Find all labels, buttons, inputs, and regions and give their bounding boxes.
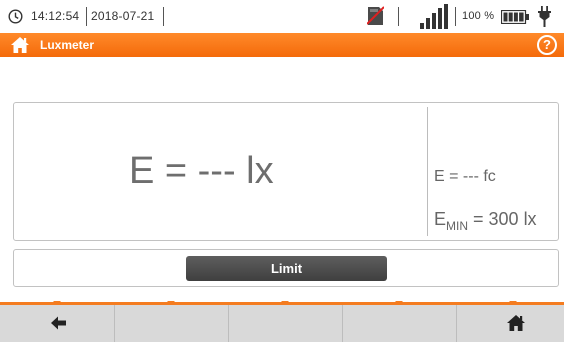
page-title: Luxmeter xyxy=(40,38,95,52)
function-button-2[interactable] xyxy=(115,305,229,342)
footcandle-reading: E = --- fc xyxy=(434,168,496,185)
clock-icon xyxy=(8,9,23,24)
status-separator xyxy=(86,7,87,26)
emin-symbol: E xyxy=(434,209,447,229)
measurement-panel: E = --- lx E = --- fc EMIN = 300 lx xyxy=(13,102,559,241)
battery-percentage: 100 % xyxy=(462,10,495,22)
limit-button[interactable]: Limit xyxy=(186,256,387,281)
battery-icon xyxy=(501,10,529,24)
emin-subscript: MIN xyxy=(446,219,469,233)
back-button[interactable] xyxy=(0,305,115,342)
status-bar: 14:12:54 2018-07-21 100 % xyxy=(0,0,564,33)
function-button-3[interactable] xyxy=(229,305,343,342)
clock-date: 2018-07-21 xyxy=(91,9,155,23)
limit-row: Limit xyxy=(13,249,559,287)
illuminance-reading: E = --- lx xyxy=(129,150,274,192)
home-button[interactable] xyxy=(457,305,564,342)
function-button-4[interactable] xyxy=(343,305,457,342)
home-icon xyxy=(507,315,525,331)
sd-card-icon xyxy=(367,6,384,25)
bottom-button-bar xyxy=(0,305,564,342)
emin-limit-value: EMIN = 300 lx xyxy=(434,207,537,233)
panel-divider xyxy=(427,107,428,236)
status-separator xyxy=(455,7,456,26)
clock-time: 14:12:54 xyxy=(31,9,80,23)
signal-strength-icon xyxy=(420,4,448,29)
status-separator xyxy=(163,7,164,26)
emin-value: = 300 lx xyxy=(468,209,537,229)
back-icon xyxy=(51,316,66,330)
home-icon[interactable] xyxy=(10,36,30,54)
title-bar: Luxmeter ? xyxy=(0,33,564,57)
status-separator xyxy=(398,7,399,26)
help-icon[interactable]: ? xyxy=(537,35,557,55)
plug-icon xyxy=(538,6,551,27)
